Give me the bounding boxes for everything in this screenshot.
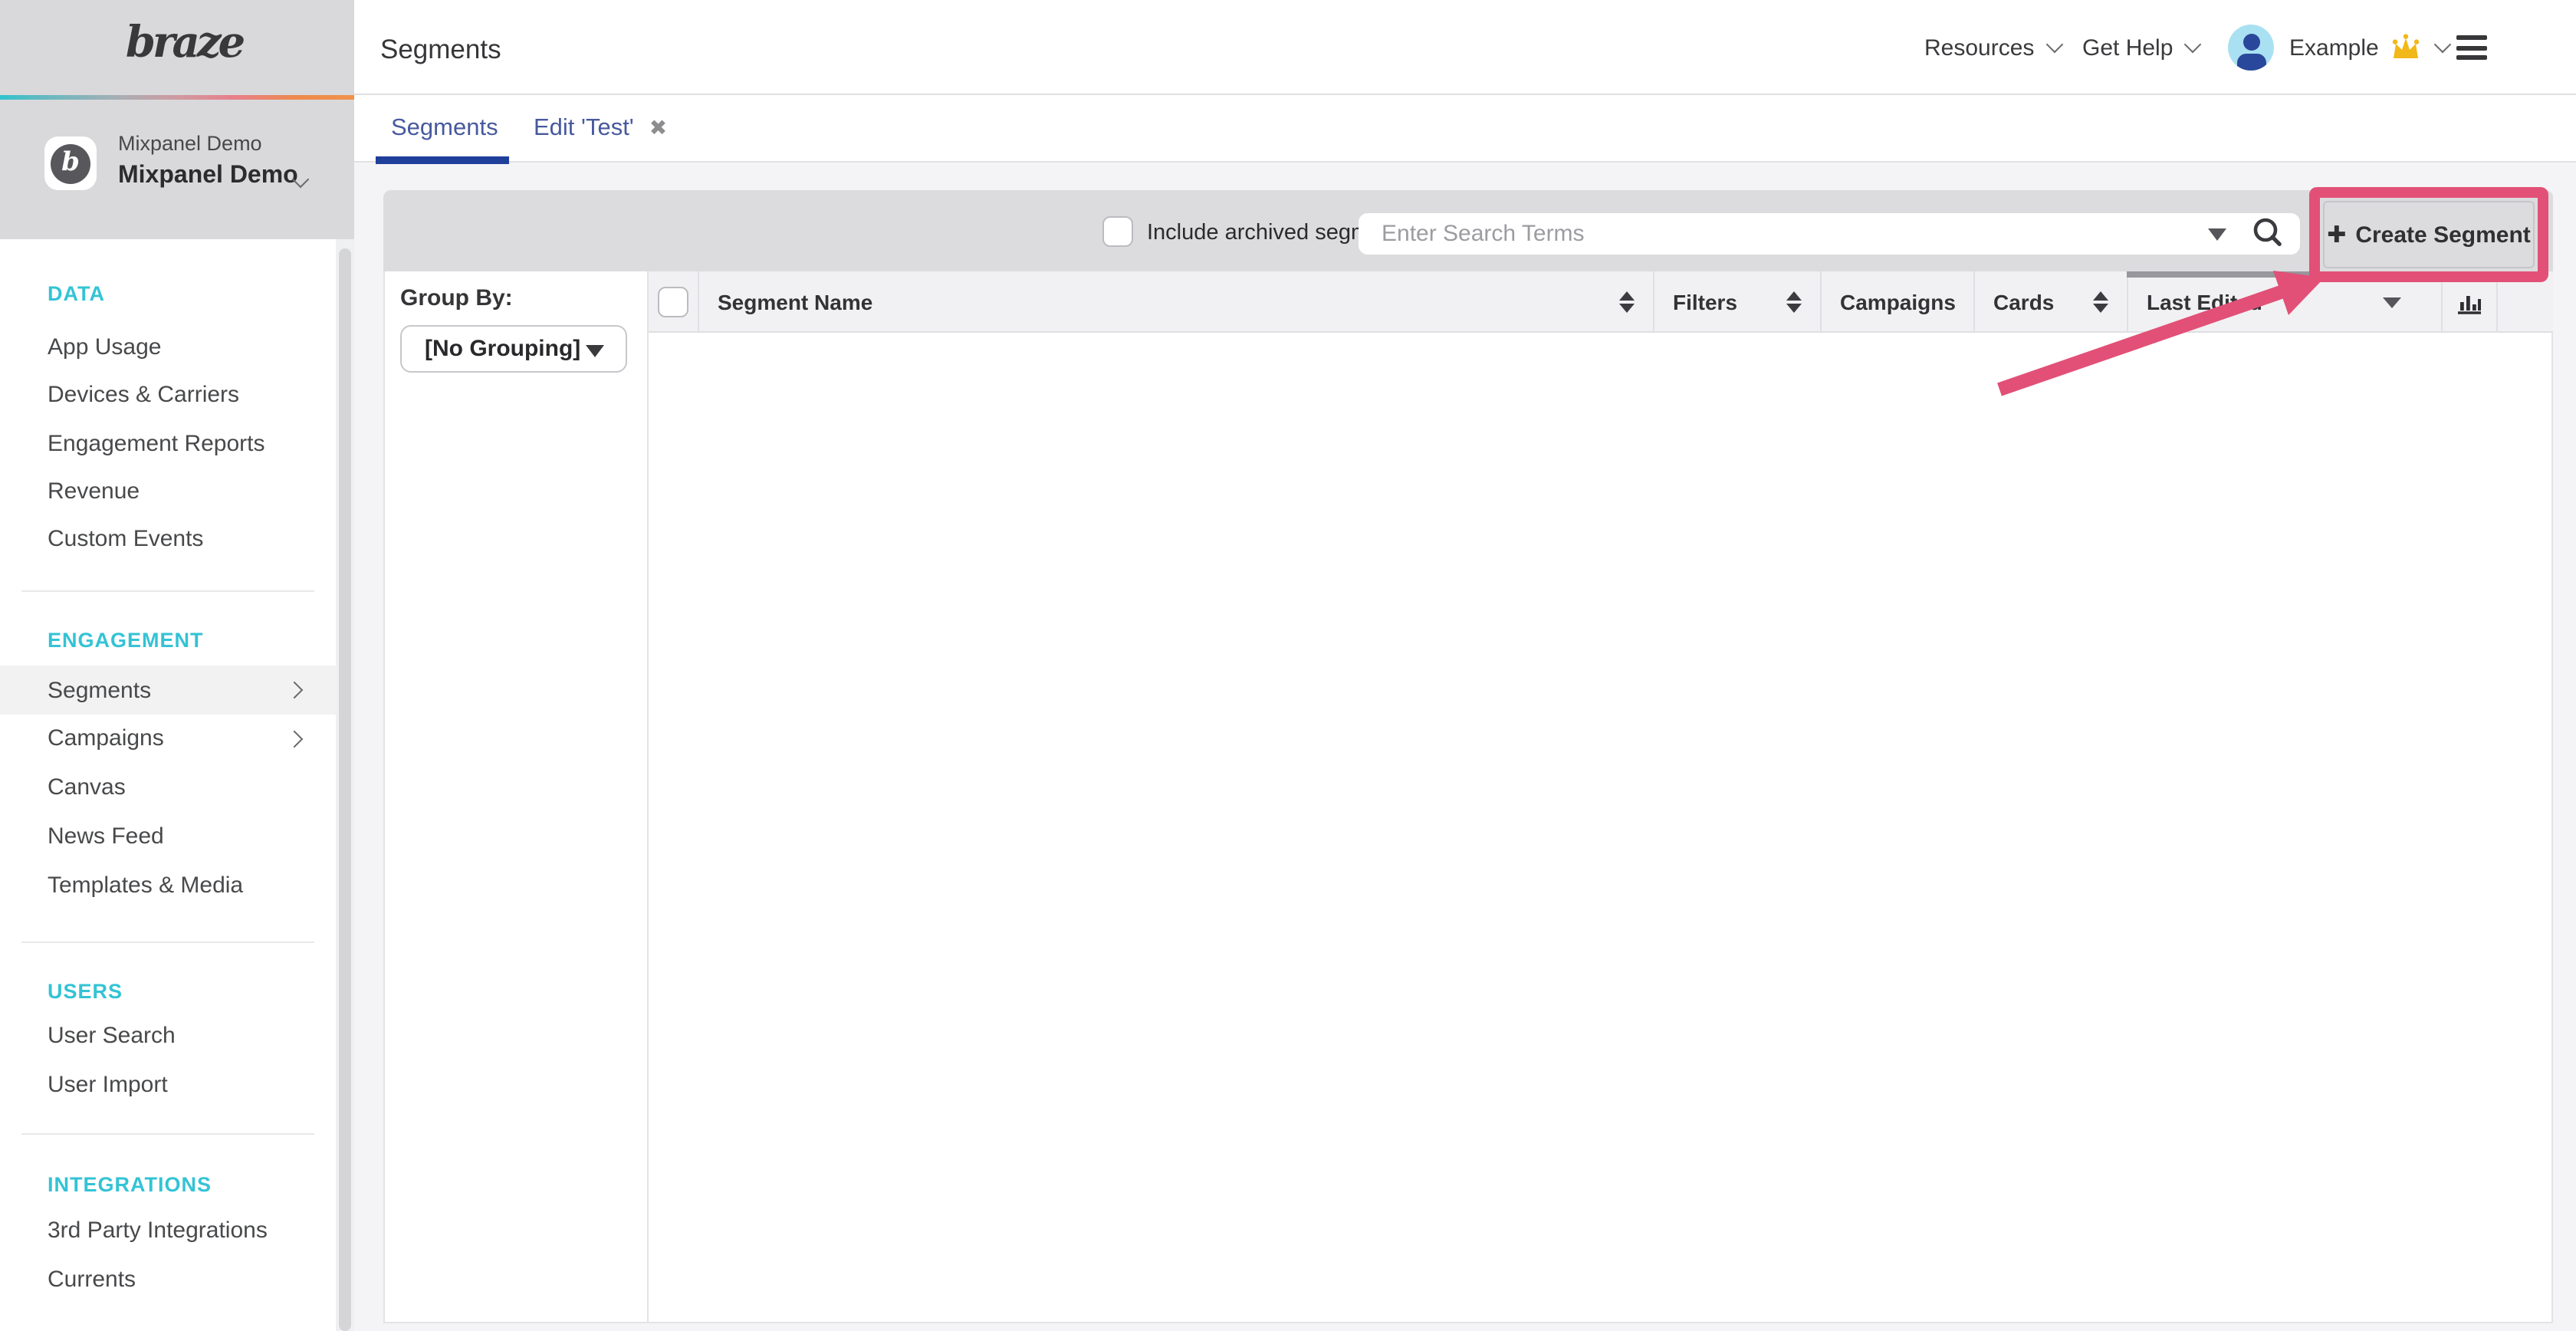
sort-icon[interactable] [2093, 291, 2108, 314]
sidebar-divider [21, 942, 314, 943]
sidebar-divider [21, 1133, 314, 1135]
sort-icon[interactable] [1786, 291, 1802, 314]
sidebar-item-app-usage[interactable]: App Usage [0, 324, 336, 371]
tab-segments[interactable]: Segments [391, 95, 498, 161]
column-header-segment-name[interactable]: Segment Name [698, 271, 1653, 333]
brand-gradient-divider [0, 95, 354, 99]
sidebar-item-3rd-party-integrations[interactable]: 3rd Party Integrations [0, 1207, 336, 1254]
sidebar-section-engagement: ENGAGEMENT [48, 624, 204, 655]
sidebar-item-currents[interactable]: Currents [0, 1256, 336, 1303]
user-menu[interactable]: Example [2289, 0, 2450, 95]
hamburger-menu-icon[interactable] [2456, 35, 2487, 60]
braze-b-icon: b [51, 143, 90, 183]
active-tab-underline [376, 156, 509, 163]
sidebar-item-engagement-reports[interactable]: Engagement Reports [0, 420, 336, 468]
user-avatar-icon[interactable] [2228, 25, 2274, 71]
search-icon[interactable] [2251, 216, 2286, 251]
chevron-down-icon [2184, 36, 2202, 54]
annotation-highlight-box [2309, 187, 2548, 282]
segments-panel [383, 190, 2553, 1323]
sidebar-divider [21, 590, 314, 592]
sidebar-item-news-feed[interactable]: News Feed [0, 813, 336, 860]
sort-icon[interactable] [1619, 291, 1635, 314]
sidebar-item-devices-carriers[interactable]: Devices & Carriers [0, 371, 336, 419]
chevron-right-icon [286, 731, 304, 748]
column-header-campaigns[interactable]: Campaigns [1820, 271, 1973, 333]
crown-icon [2390, 34, 2423, 61]
sidebar-section-data: DATA [48, 278, 105, 308]
page-title: Segments [380, 34, 501, 66]
sort-desc-icon[interactable] [2383, 297, 2401, 307]
sidebar-scrollbar-thumb[interactable] [339, 248, 351, 1331]
workspace-avatar: b [44, 136, 97, 190]
select-all-checkbox[interactable] [658, 287, 688, 317]
sidebar-item-revenue[interactable]: Revenue [0, 468, 336, 515]
sidebar-item-campaigns[interactable]: Campaigns [0, 715, 336, 762]
group-by-select[interactable]: [No Grouping] [400, 325, 627, 373]
include-archived-checkbox[interactable] [1102, 216, 1133, 247]
workspace-company: Mixpanel Demo [118, 132, 262, 155]
tab-bar [354, 95, 2576, 163]
tab-edit-test[interactable]: Edit 'Test' ✖ [534, 95, 667, 161]
sidebar-item-user-search[interactable]: User Search [0, 1012, 336, 1060]
bar-chart-icon [2455, 289, 2484, 315]
sidebar-item-templates-media[interactable]: Templates & Media [0, 862, 336, 909]
sidebar-section-users: USERS [48, 975, 123, 1006]
get-help-menu[interactable]: Get Help [2082, 0, 2199, 95]
resources-menu[interactable]: Resources [1924, 0, 2060, 95]
panel-divider [647, 271, 649, 1323]
chevron-down-icon [2434, 36, 2452, 54]
dropdown-caret-icon [586, 345, 604, 357]
chevron-down-icon [2045, 36, 2063, 54]
close-icon[interactable]: ✖ [649, 115, 667, 141]
workspace-selector[interactable]: Mixpanel Demo [118, 163, 298, 190]
group-by-label: Group By: [400, 285, 513, 311]
search-dropdown-caret-icon[interactable] [2208, 228, 2226, 241]
column-header-filters[interactable]: Filters [1653, 271, 1820, 333]
sidebar-section-integrations: INTEGRATIONS [48, 1168, 212, 1199]
chevron-right-icon [286, 682, 304, 699]
braze-logo: braze [107, 17, 261, 81]
search-input[interactable] [1359, 213, 2300, 255]
sidebar-item-custom-events[interactable]: Custom Events [0, 515, 336, 563]
sidebar-item-canvas[interactable]: Canvas [0, 764, 336, 811]
sidebar-item-segments[interactable]: Segments [0, 666, 336, 715]
column-header-cards[interactable]: Cards [1973, 271, 2127, 333]
sidebar-item-user-import[interactable]: User Import [0, 1061, 336, 1109]
